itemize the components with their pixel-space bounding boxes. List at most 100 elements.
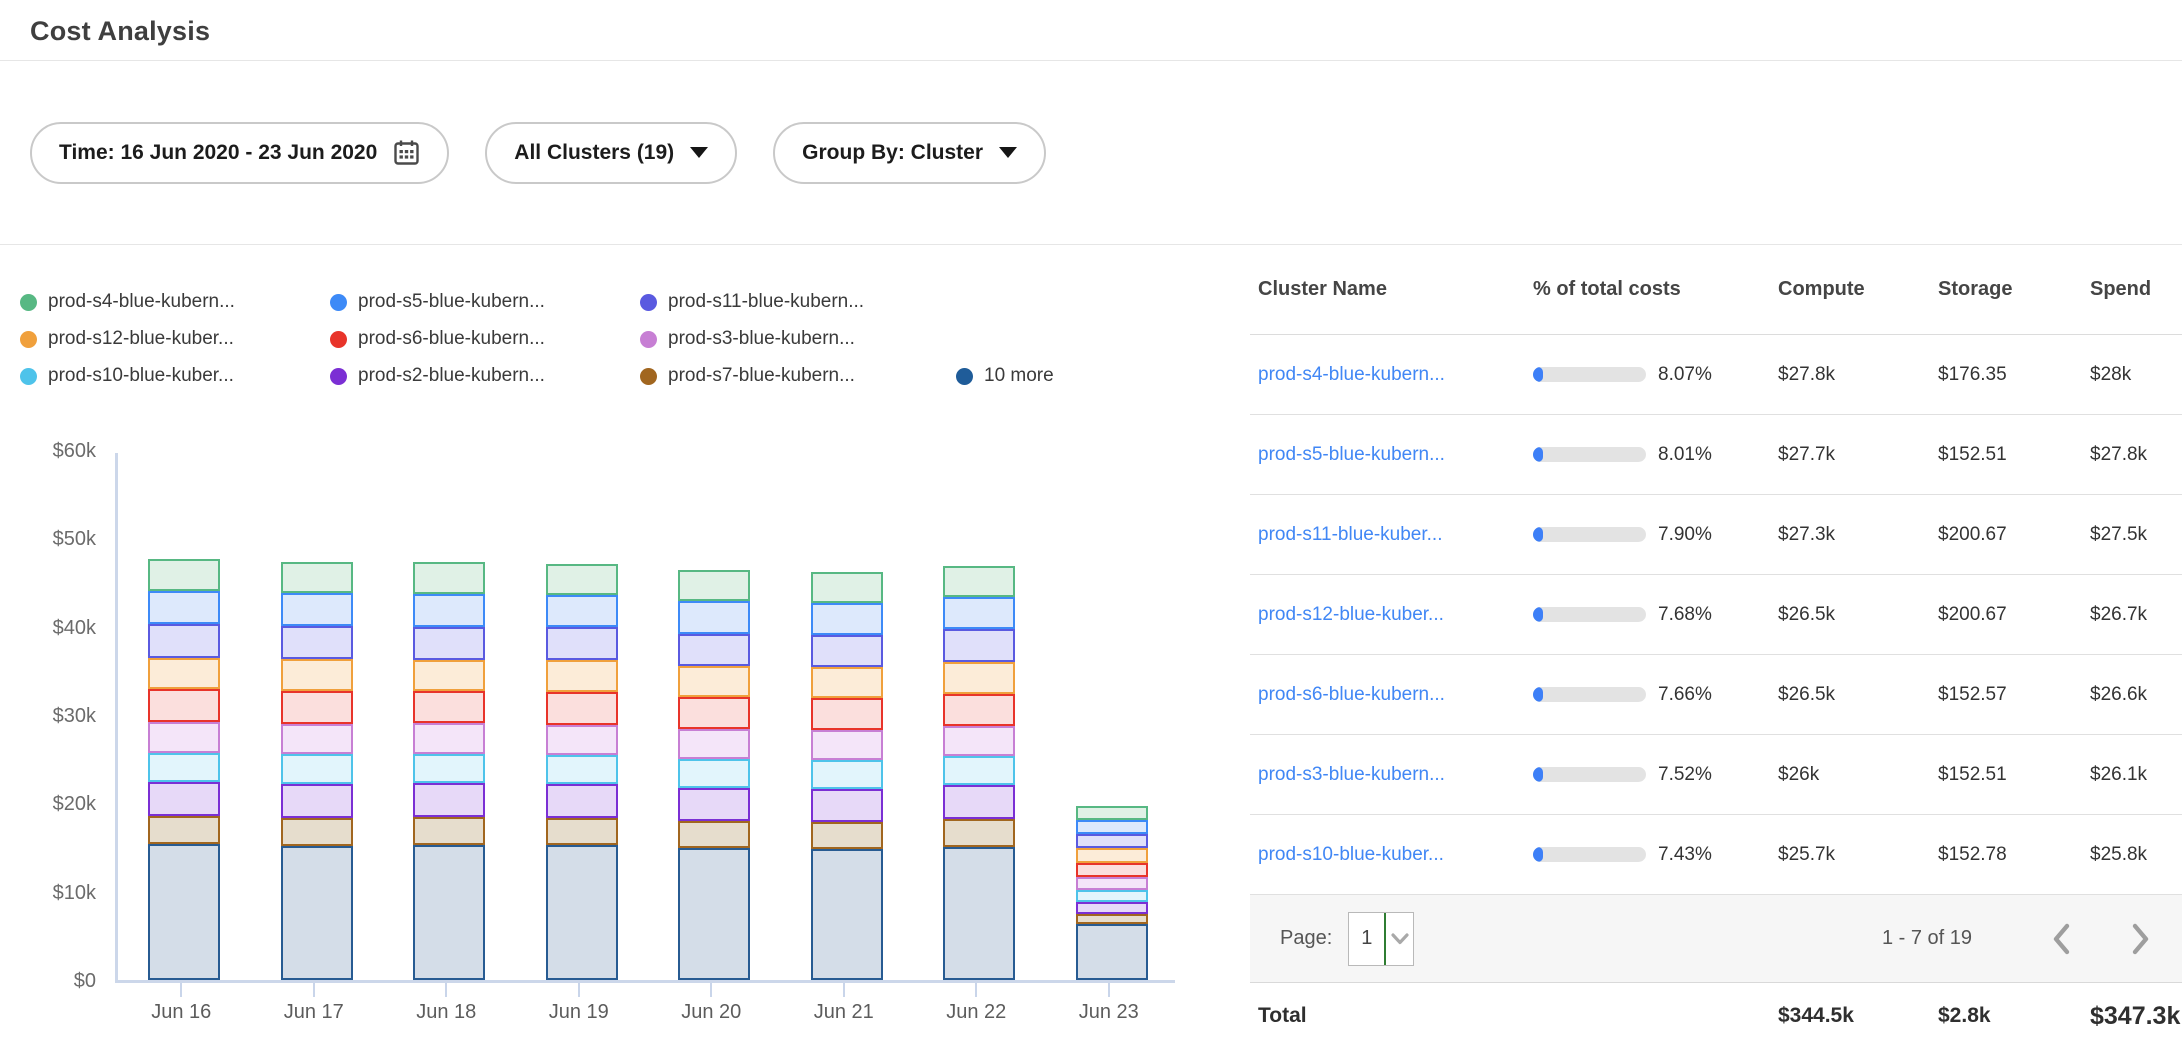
legend-item[interactable]: prod-s4-blue-kubern... [20, 291, 330, 313]
legend-item[interactable]: prod-s3-blue-kubern... [640, 328, 950, 350]
bar-segment[interactable] [811, 572, 883, 603]
bar-segment[interactable] [943, 629, 1015, 662]
bar-segment[interactable] [943, 597, 1015, 629]
stacked-bar-jun-22[interactable] [943, 566, 1015, 980]
col-spend[interactable]: Spend [2090, 278, 2182, 301]
bar-segment[interactable] [678, 848, 750, 980]
stacked-bar-jun-21[interactable] [811, 572, 883, 980]
bar-segment[interactable] [546, 660, 618, 692]
bar-segment[interactable] [148, 624, 220, 658]
bar-segment[interactable] [1076, 863, 1148, 877]
bar-segment[interactable] [148, 658, 220, 689]
bar-segment[interactable] [148, 844, 220, 980]
bar-segment[interactable] [678, 788, 750, 821]
bar-segment[interactable] [811, 603, 883, 635]
bar-segment[interactable] [148, 753, 220, 782]
bar-segment[interactable] [943, 694, 1015, 726]
bar-segment[interactable] [811, 822, 883, 849]
stacked-bar-jun-18[interactable] [413, 562, 485, 980]
bar-segment[interactable] [281, 818, 353, 846]
bar-segment[interactable] [281, 691, 353, 724]
bar-segment[interactable] [546, 725, 618, 755]
bar-segment[interactable] [678, 729, 750, 759]
bar-segment[interactable] [678, 570, 750, 601]
bar-segment[interactable] [148, 782, 220, 816]
stacked-bar-jun-16[interactable] [148, 559, 220, 980]
bar-segment[interactable] [678, 697, 750, 729]
bar-segment[interactable] [1076, 834, 1148, 848]
legend-item[interactable]: prod-s2-blue-kubern... [330, 365, 640, 387]
bar-segment[interactable] [413, 691, 485, 723]
bar-segment[interactable] [413, 783, 485, 817]
bar-segment[interactable] [678, 634, 750, 666]
legend-item[interactable]: prod-s12-blue-kuber... [20, 328, 330, 350]
bar-segment[interactable] [546, 595, 618, 627]
clusters-filter-dropdown[interactable]: All Clusters (19) [485, 122, 737, 184]
group-by-dropdown[interactable]: Group By: Cluster [773, 122, 1046, 184]
bar-segment[interactable] [546, 627, 618, 660]
bar-segment[interactable] [678, 821, 750, 848]
bar-segment[interactable] [811, 635, 883, 667]
bar-segment[interactable] [413, 594, 485, 627]
bar-segment[interactable] [281, 562, 353, 593]
bar-segment[interactable] [148, 816, 220, 844]
bar-segment[interactable] [943, 662, 1015, 694]
bar-segment[interactable] [1076, 924, 1148, 980]
bar-segment[interactable] [546, 755, 618, 784]
bar-segment[interactable] [281, 846, 353, 980]
legend-item[interactable]: 10 more [956, 365, 1054, 387]
stacked-bar-jun-20[interactable] [678, 570, 750, 980]
bar-segment[interactable] [811, 730, 883, 760]
bar-segment[interactable] [413, 660, 485, 691]
bar-segment[interactable] [148, 559, 220, 591]
bar-segment[interactable] [1076, 890, 1148, 902]
cluster-name-link[interactable]: prod-s5-blue-kubern... [1258, 444, 1533, 466]
bar-segment[interactable] [1076, 877, 1148, 890]
prev-page-button[interactable] [2050, 922, 2072, 956]
bar-segment[interactable] [546, 818, 618, 845]
bar-segment[interactable] [281, 593, 353, 626]
bar-segment[interactable] [281, 754, 353, 784]
bar-segment[interactable] [943, 819, 1015, 847]
col-pct-total-costs[interactable]: % of total costs [1533, 278, 1778, 301]
bar-segment[interactable] [546, 692, 618, 725]
bar-segment[interactable] [943, 756, 1015, 785]
legend-item[interactable]: prod-s7-blue-kubern... [640, 365, 950, 387]
bar-segment[interactable] [1076, 806, 1148, 820]
stacked-bar-jun-17[interactable] [281, 562, 353, 980]
cluster-name-link[interactable]: prod-s12-blue-kuber... [1258, 604, 1533, 626]
cluster-name-link[interactable]: prod-s4-blue-kubern... [1258, 364, 1533, 386]
col-cluster-name[interactable]: Cluster Name [1258, 278, 1533, 301]
legend-item[interactable]: prod-s6-blue-kubern... [330, 328, 640, 350]
cluster-name-link[interactable]: prod-s6-blue-kubern... [1258, 684, 1533, 706]
bar-segment[interactable] [1076, 820, 1148, 834]
bar-segment[interactable] [546, 564, 618, 595]
bar-segment[interactable] [413, 845, 485, 980]
bar-segment[interactable] [943, 566, 1015, 597]
stacked-bar-jun-19[interactable] [546, 564, 618, 980]
bar-segment[interactable] [148, 591, 220, 624]
bar-segment[interactable] [811, 698, 883, 730]
bar-segment[interactable] [546, 784, 618, 818]
bar-segment[interactable] [281, 659, 353, 691]
next-page-button[interactable] [2130, 922, 2152, 956]
legend-item[interactable]: prod-s5-blue-kubern... [330, 291, 640, 313]
bar-segment[interactable] [1076, 848, 1148, 863]
bar-segment[interactable] [1076, 914, 1148, 924]
bar-segment[interactable] [546, 845, 618, 980]
bar-segment[interactable] [678, 759, 750, 788]
bar-segment[interactable] [678, 601, 750, 634]
legend-item[interactable]: prod-s11-blue-kubern... [640, 291, 950, 313]
page-select[interactable]: 1 [1348, 912, 1414, 966]
legend-item[interactable]: prod-s10-blue-kuber... [20, 365, 330, 387]
stacked-bar-jun-23[interactable] [1076, 806, 1148, 980]
bar-segment[interactable] [413, 817, 485, 845]
bar-segment[interactable] [1076, 902, 1148, 914]
col-storage[interactable]: Storage [1938, 278, 2090, 301]
bar-segment[interactable] [943, 785, 1015, 819]
cluster-name-link[interactable]: prod-s3-blue-kubern... [1258, 764, 1533, 786]
cluster-name-link[interactable]: prod-s11-blue-kuber... [1258, 524, 1533, 546]
bar-segment[interactable] [811, 667, 883, 698]
col-compute[interactable]: Compute [1778, 278, 1938, 301]
bar-segment[interactable] [943, 726, 1015, 756]
